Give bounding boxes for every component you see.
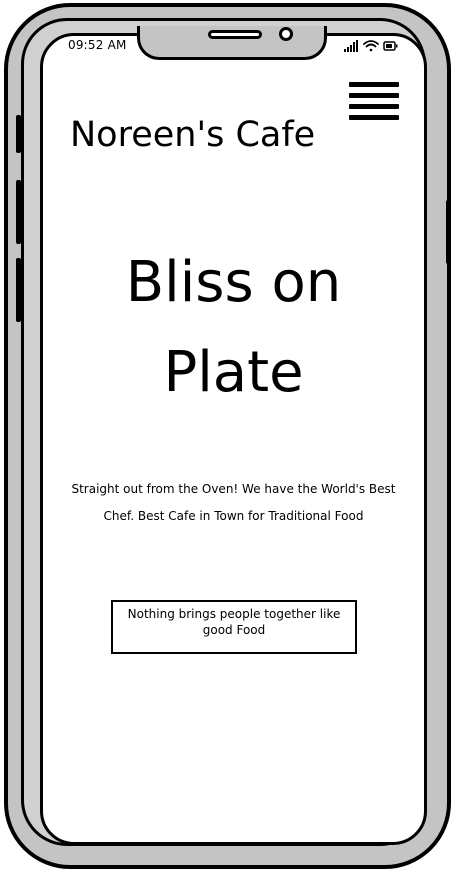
phone-mockup: 09:52 AM Noreen's Cafe Bliss on Plate St… — [0, 0, 463, 874]
status-time: 09:52 AM — [68, 38, 127, 52]
hamburger-menu-icon[interactable] — [349, 82, 399, 121]
menu-bar — [349, 104, 399, 109]
phone-notch — [137, 26, 327, 60]
quote-box: Nothing brings people together like good… — [111, 600, 357, 654]
battery-icon — [383, 41, 398, 51]
brand-title[interactable]: Noreen's Cafe — [70, 115, 315, 155]
volume-up-button — [16, 180, 21, 244]
status-icons — [342, 38, 400, 52]
menu-bar — [349, 115, 399, 120]
hero-heading: Bliss on Plate — [40, 238, 427, 418]
hero-line-1: Bliss on — [125, 250, 342, 315]
tagline: Straight out from the Oven! We have the … — [40, 476, 427, 530]
power-button — [446, 200, 451, 264]
menu-bar — [349, 82, 399, 87]
front-camera — [279, 27, 293, 41]
quote-line-1: Nothing brings people together like — [127, 607, 341, 621]
volume-down-button — [16, 258, 21, 322]
hero-line-2: Plate — [163, 340, 304, 405]
status-icons-svg — [344, 40, 398, 52]
wifi-icon — [363, 40, 379, 52]
quote-line-2: good Food — [202, 623, 266, 637]
mute-switch — [16, 115, 21, 153]
tagline-line-2: Chef. Best Cafe in Town for Traditional … — [103, 509, 364, 523]
tagline-line-1: Straight out from the Oven! We have the … — [71, 482, 396, 496]
menu-bar — [349, 93, 399, 98]
speaker-grille — [208, 30, 262, 39]
signal-icon — [344, 40, 358, 52]
